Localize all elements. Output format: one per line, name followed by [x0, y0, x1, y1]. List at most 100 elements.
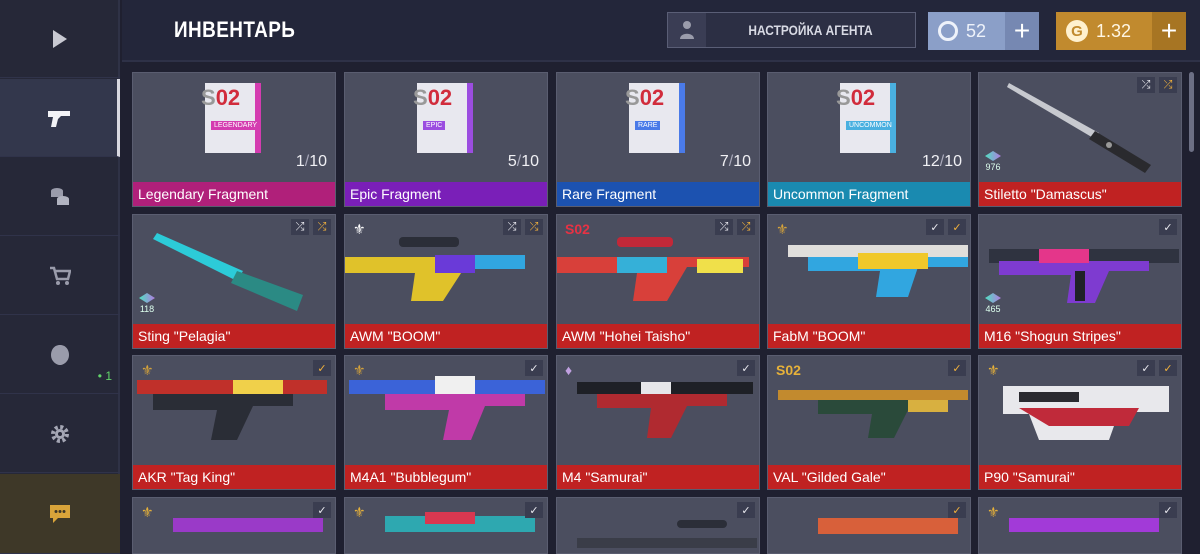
weapon-image	[385, 512, 535, 532]
sidebar-item-play[interactable]	[0, 0, 120, 78]
inventory-card[interactable]: ✓	[767, 497, 971, 554]
weapon-image	[818, 518, 958, 534]
sidebar-item-inventory[interactable]	[0, 79, 120, 157]
check-icon[interactable]: ✓	[737, 502, 755, 518]
inventory-card[interactable]: ⚜ ✓ ✓ P90 "Samurai"	[978, 355, 1182, 490]
agent-icon	[668, 13, 706, 47]
sticker-icon: ⚜	[141, 504, 154, 520]
smg-image	[173, 518, 323, 532]
rarity-indicator: 465	[985, 293, 1001, 314]
inventory-card[interactable]: ✓	[556, 497, 760, 554]
inventory-card[interactable]: ⚜ ✓	[132, 497, 336, 554]
sidebar-item-shop[interactable]	[0, 237, 120, 315]
item-name: AWM "BOOM"	[345, 324, 547, 348]
check-icon[interactable]: ✓	[1159, 360, 1177, 376]
sticker-icon: ⚜	[353, 504, 366, 520]
fragment-count: 7/10	[719, 153, 751, 170]
add-gold-button[interactable]: +	[1152, 12, 1186, 50]
check-icon[interactable]: ✓	[1159, 219, 1177, 235]
check-icon[interactable]: ✓	[926, 219, 944, 235]
play-icon	[53, 29, 67, 48]
sidebar-item-clan[interactable]: • 1	[0, 316, 120, 394]
item-name: M4A1 "Bubblegum"	[345, 465, 547, 489]
fragment-image: S02 LEGENDARY	[201, 83, 261, 153]
check-icon[interactable]: ✓	[1137, 360, 1155, 376]
shuffle-icon[interactable]: ⤮	[715, 219, 733, 235]
agent-settings-label: НАСТРОЙКА АГЕНТА	[748, 22, 873, 38]
sidebar-item-chat[interactable]	[0, 474, 120, 554]
sticker-icon: ♦	[565, 362, 573, 378]
add-credits-button[interactable]: +	[1005, 12, 1039, 50]
inventory-card[interactable]: S02 RARE 7/10 Rare Fragment	[556, 72, 760, 207]
item-name: FabM "BOOM"	[768, 324, 970, 348]
sticker-s02: S02	[565, 221, 590, 237]
item-name: Stiletto "Damascus"	[979, 182, 1181, 206]
scrollbar[interactable]	[1189, 72, 1194, 152]
shuffle-icon[interactable]: ⤮	[1137, 77, 1155, 93]
inventory-card[interactable]: S02 LEGENDARY 1/10 Legendary Fragment	[132, 72, 336, 207]
fragment-image: S02 UNCOMMON	[836, 83, 896, 153]
item-name: AKR "Tag King"	[133, 465, 335, 489]
check-icon[interactable]: ✓	[313, 360, 331, 376]
inventory-card[interactable]: ⚜ ⤮ ⤮ AWM "BOOM"	[344, 214, 548, 349]
item-name: Uncommon Fragment	[768, 182, 970, 206]
sticker-icon: ⚜	[141, 362, 154, 378]
check-icon[interactable]: ✓	[313, 502, 331, 518]
page-title: ИНВЕНТАРЬ	[174, 17, 296, 42]
item-name: VAL "Gilded Gale"	[768, 465, 970, 489]
inventory-card[interactable]: S02 ✓ VAL "Gilded Gale"	[767, 355, 971, 490]
sticker-icon: ⚜	[776, 221, 789, 237]
inventory-card[interactable]: ⚜ ✓	[344, 497, 548, 554]
item-name: AWM "Hohei Taisho"	[557, 324, 759, 348]
rifle-image	[577, 382, 753, 438]
gear-icon	[51, 424, 69, 443]
check-icon[interactable]: ✓	[525, 502, 543, 518]
sidebar-item-settings[interactable]	[0, 395, 120, 473]
sidebar: • 1	[0, 0, 120, 554]
inventory-card[interactable]: ⚜ ✓ ✓ FabM "BOOM"	[767, 214, 971, 349]
inventory-card[interactable]: ♦ ✓ M4 "Samurai"	[556, 355, 760, 490]
inventory-card[interactable]: S02 UNCOMMON 12/10 Uncommon Fragment	[767, 72, 971, 207]
inventory-card[interactable]: ⚜ ✓ M4A1 "Bubblegum"	[344, 355, 548, 490]
check-icon[interactable]: ✓	[948, 502, 966, 518]
sticker-icon: ⚜	[353, 362, 366, 378]
inventory-card[interactable]: ✓ 465 M16 "Shogun Stripes"	[978, 214, 1182, 349]
shuffle-icon[interactable]: ⤮	[291, 219, 309, 235]
shuffle-icon[interactable]: ⤮	[1159, 77, 1177, 93]
agent-settings-button[interactable]: НАСТРОЙКА АГЕНТА	[667, 12, 916, 48]
sidebar-item-economy[interactable]	[0, 158, 120, 236]
check-icon[interactable]: ✓	[1159, 502, 1177, 518]
gun-icon	[47, 110, 70, 127]
pistol-image	[1009, 518, 1159, 532]
inventory-card[interactable]: S02 EPIC 5/10 Epic Fragment	[344, 72, 548, 207]
inventory-card[interactable]: S02 ⤮ ⤮ AWM "Hohei Taisho"	[556, 214, 760, 349]
gold-balance: G 1.32 +	[1056, 12, 1186, 50]
coins-icon	[51, 187, 69, 205]
item-name: M16 "Shogun Stripes"	[979, 324, 1181, 348]
item-name: P90 "Samurai"	[979, 465, 1181, 489]
check-icon[interactable]: ✓	[948, 360, 966, 376]
credits-icon	[938, 21, 958, 41]
inventory-card[interactable]: ⤮ ⤮ 976 Stiletto "Damascus"	[978, 72, 1182, 207]
shuffle-icon[interactable]: ⤮	[737, 219, 755, 235]
rifle-image	[137, 380, 327, 440]
credits-value: 52	[966, 20, 987, 41]
check-icon[interactable]: ✓	[737, 360, 755, 376]
rarity-indicator: 976	[985, 151, 1001, 172]
check-icon[interactable]: ✓	[525, 360, 543, 376]
shuffle-icon[interactable]: ⤮	[525, 219, 543, 235]
fragment-count: 5/10	[507, 153, 539, 170]
item-name: Legendary Fragment	[133, 182, 335, 206]
rifle-image	[349, 376, 545, 440]
item-name: Epic Fragment	[345, 182, 547, 206]
clan-icon	[51, 344, 69, 365]
shuffle-icon[interactable]: ⤮	[313, 219, 331, 235]
shuffle-icon[interactable]: ⤮	[503, 219, 521, 235]
sniper-rifle-image	[577, 520, 757, 548]
inventory-card[interactable]: ⚜ ✓ AKR "Tag King"	[132, 355, 336, 490]
item-name: Sting "Pelagia"	[133, 324, 335, 348]
inventory-card[interactable]: ⚜ ✓	[978, 497, 1182, 554]
check-icon[interactable]: ✓	[948, 219, 966, 235]
credits-balance: 52 +	[928, 12, 1039, 50]
inventory-card[interactable]: ⤮ ⤮ 118 Sting "Pelagia"	[132, 214, 336, 349]
